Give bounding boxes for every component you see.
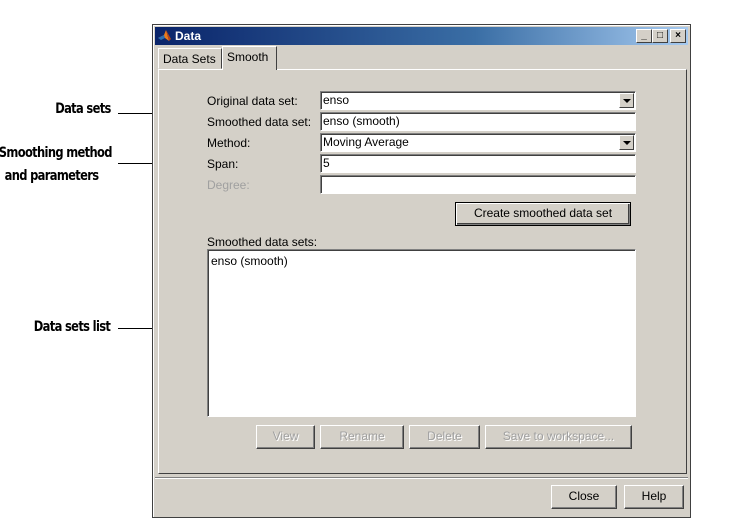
footer-divider bbox=[155, 477, 688, 479]
degree-label: Degree: bbox=[207, 178, 250, 192]
smoothed-data-sets-label: Smoothed data sets: bbox=[207, 235, 318, 249]
tab-data-sets[interactable]: Data Sets bbox=[158, 48, 222, 69]
annotation-smoothing-line2: and parameters bbox=[4, 168, 99, 184]
method-value: Moving Average bbox=[323, 135, 409, 149]
smoothed-data-set-label: Smoothed data set: bbox=[207, 115, 312, 129]
original-data-set-dropdown[interactable]: enso bbox=[320, 91, 636, 110]
annotation-data-sets-list: Data sets list bbox=[33, 319, 111, 335]
chevron-down-icon[interactable] bbox=[619, 135, 634, 150]
smoothed-data-set-field[interactable]: enso (smooth) bbox=[320, 112, 636, 131]
close-window-button[interactable]: × bbox=[670, 29, 686, 43]
method-dropdown[interactable]: Moving Average bbox=[320, 133, 636, 152]
span-value: 5 bbox=[323, 156, 330, 170]
matlab-icon bbox=[158, 30, 171, 41]
smoothed-data-sets-list[interactable]: enso (smooth) bbox=[207, 249, 636, 417]
span-field[interactable]: 5 bbox=[320, 154, 636, 173]
create-smoothed-data-set-button[interactable]: Create smoothed data set bbox=[455, 202, 631, 226]
view-button[interactable]: View bbox=[256, 425, 315, 449]
tab-smooth[interactable]: Smooth bbox=[222, 46, 277, 70]
list-item[interactable]: enso (smooth) bbox=[211, 254, 632, 268]
chevron-down-icon[interactable] bbox=[619, 93, 634, 108]
annotation-smoothing-line1: Smoothing method bbox=[0, 145, 113, 161]
close-button[interactable]: Close bbox=[551, 485, 617, 509]
help-button[interactable]: Help bbox=[624, 485, 684, 509]
smoothed-data-set-value: enso (smooth) bbox=[323, 114, 400, 128]
window-title: Data bbox=[175, 29, 202, 43]
original-data-set-label: Original data set: bbox=[207, 94, 298, 108]
title-bar[interactable]: Data _ □ × bbox=[155, 27, 688, 45]
method-label: Method: bbox=[207, 136, 251, 150]
data-window: Data _ □ × Data Sets Smooth Original dat… bbox=[152, 24, 691, 518]
annotation-data-sets: Data sets bbox=[55, 101, 111, 117]
rename-button[interactable]: Rename bbox=[320, 425, 404, 449]
original-data-set-value: enso bbox=[323, 93, 350, 107]
maximize-button[interactable]: □ bbox=[652, 29, 668, 43]
degree-field[interactable] bbox=[320, 175, 636, 194]
save-to-workspace-button[interactable]: Save to workspace... bbox=[485, 425, 632, 449]
span-label: Span: bbox=[207, 157, 239, 171]
delete-button[interactable]: Delete bbox=[409, 425, 480, 449]
minimize-button[interactable]: _ bbox=[636, 29, 652, 43]
